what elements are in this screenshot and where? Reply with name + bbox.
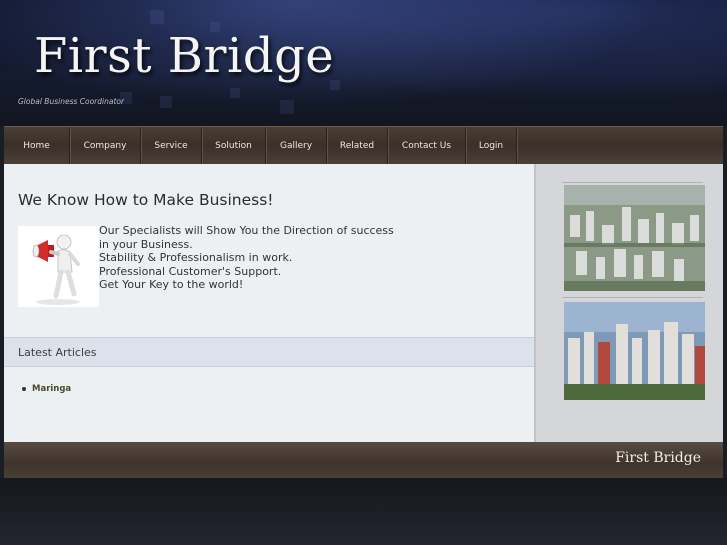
site-header: First Bridge Global Business Coordinator <box>0 0 727 126</box>
page-heading: We Know How to Make Business! <box>18 191 274 209</box>
page-bottom <box>0 478 727 545</box>
nav-gallery[interactable]: Gallery <box>266 127 327 164</box>
nav-contact-us[interactable]: Contact Us <box>388 127 466 164</box>
site-footer: First Bridge <box>4 442 723 478</box>
nav-service[interactable]: Service <box>141 127 202 164</box>
city-aerial-photo[interactable] <box>564 185 705 291</box>
intro-line: Stability & Professionalism in work. <box>99 251 293 265</box>
footer-logo[interactable]: First Bridge <box>615 450 701 466</box>
nav-login[interactable]: Login <box>466 127 517 164</box>
article-link[interactable]: Maringa <box>32 384 71 394</box>
site-tagline: Global Business Coordinator <box>18 97 125 106</box>
nav-related[interactable]: Related <box>327 127 388 164</box>
intro-line: Our Specialists will Show You the Direct… <box>99 224 394 237</box>
bullet-icon <box>22 387 26 391</box>
list-item[interactable]: Maringa <box>22 384 71 394</box>
article-list: Maringa <box>22 384 71 394</box>
intro-line: in your Business. <box>99 237 193 251</box>
main-content: We Know How to Make Business! Our Specia… <box>4 164 534 442</box>
latest-articles-title: Latest Articles <box>18 346 97 359</box>
megaphone-figure-icon <box>18 226 99 307</box>
sidebar <box>534 164 723 442</box>
main-nav: Home Company Service Solution Gallery Re… <box>4 126 723 164</box>
nav-company[interactable]: Company <box>70 127 141 164</box>
nav-solution[interactable]: Solution <box>202 127 266 164</box>
latest-articles-header: Latest Articles <box>4 337 534 367</box>
intro-line: Get Your Key to the world! <box>99 278 244 292</box>
divider <box>562 182 703 183</box>
site-title[interactable]: First Bridge <box>34 28 334 84</box>
city-skyline-photo[interactable] <box>564 302 705 400</box>
intro-text: Our Specialists will Show You the Direct… <box>99 224 399 292</box>
intro-line: Professional Customer's Support. <box>99 264 282 278</box>
divider <box>562 297 703 298</box>
nav-home[interactable]: Home <box>4 127 70 164</box>
